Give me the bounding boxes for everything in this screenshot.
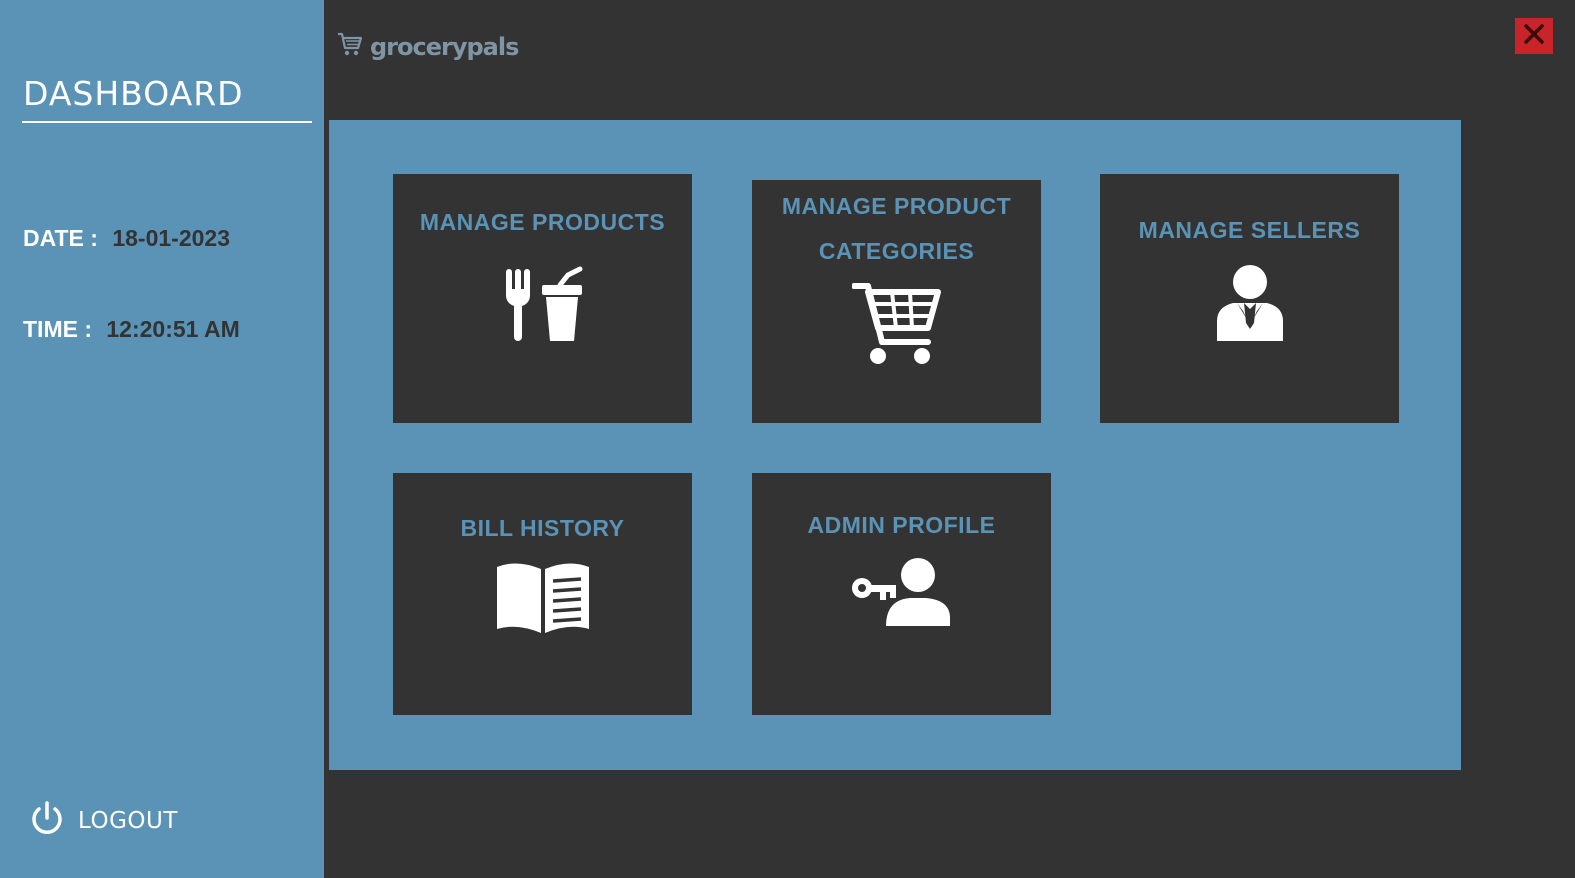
- bill-history-label: BILL HISTORY: [460, 515, 625, 541]
- food-drink-icon: [498, 265, 588, 345]
- logout-button[interactable]: LOGOUT: [28, 800, 178, 843]
- date-row: DATE : 18-01-2023: [23, 225, 230, 252]
- sidebar: DASHBOARD DATE : 18-01-2023 TIME : 12:20…: [0, 0, 324, 878]
- brand-logo: grocerypals: [336, 30, 519, 63]
- date-label: DATE :: [23, 225, 98, 251]
- admin-profile-tile[interactable]: ADMIN PROFILE: [752, 473, 1051, 715]
- bill-history-tile[interactable]: BILL HISTORY: [393, 473, 692, 715]
- manage-categories-label: MANAGE PRODUCT CATEGORIES: [781, 193, 1012, 264]
- manage-products-tile[interactable]: MANAGE PRODUCTS: [393, 174, 692, 423]
- shopping-cart-icon: [851, 280, 942, 368]
- manage-sellers-label: MANAGE SELLERS: [1138, 217, 1361, 243]
- sidebar-title: DASHBOARD: [23, 74, 244, 113]
- open-book-icon: [495, 559, 591, 635]
- manage-categories-tile[interactable]: MANAGE PRODUCT CATEGORIES: [752, 180, 1041, 423]
- time-row: TIME : 12:20:51 AM: [23, 316, 240, 343]
- time-value: 12:20:51 AM: [106, 316, 240, 342]
- time-label: TIME :: [23, 316, 92, 342]
- cart-icon: [336, 30, 364, 63]
- close-button[interactable]: [1515, 18, 1553, 54]
- admin-profile-label: ADMIN PROFILE: [807, 512, 996, 538]
- businessman-icon: [1215, 263, 1285, 343]
- manage-sellers-tile[interactable]: MANAGE SELLERS: [1100, 174, 1399, 423]
- admin-key-user-icon: [850, 556, 954, 628]
- close-icon: [1523, 23, 1545, 50]
- logout-label: LOGOUT: [78, 808, 178, 834]
- manage-products-label: MANAGE PRODUCTS: [419, 209, 666, 235]
- power-icon: [28, 800, 66, 843]
- brand-name: grocerypals: [370, 32, 519, 61]
- sidebar-divider: [22, 121, 312, 123]
- date-value: 18-01-2023: [112, 225, 230, 251]
